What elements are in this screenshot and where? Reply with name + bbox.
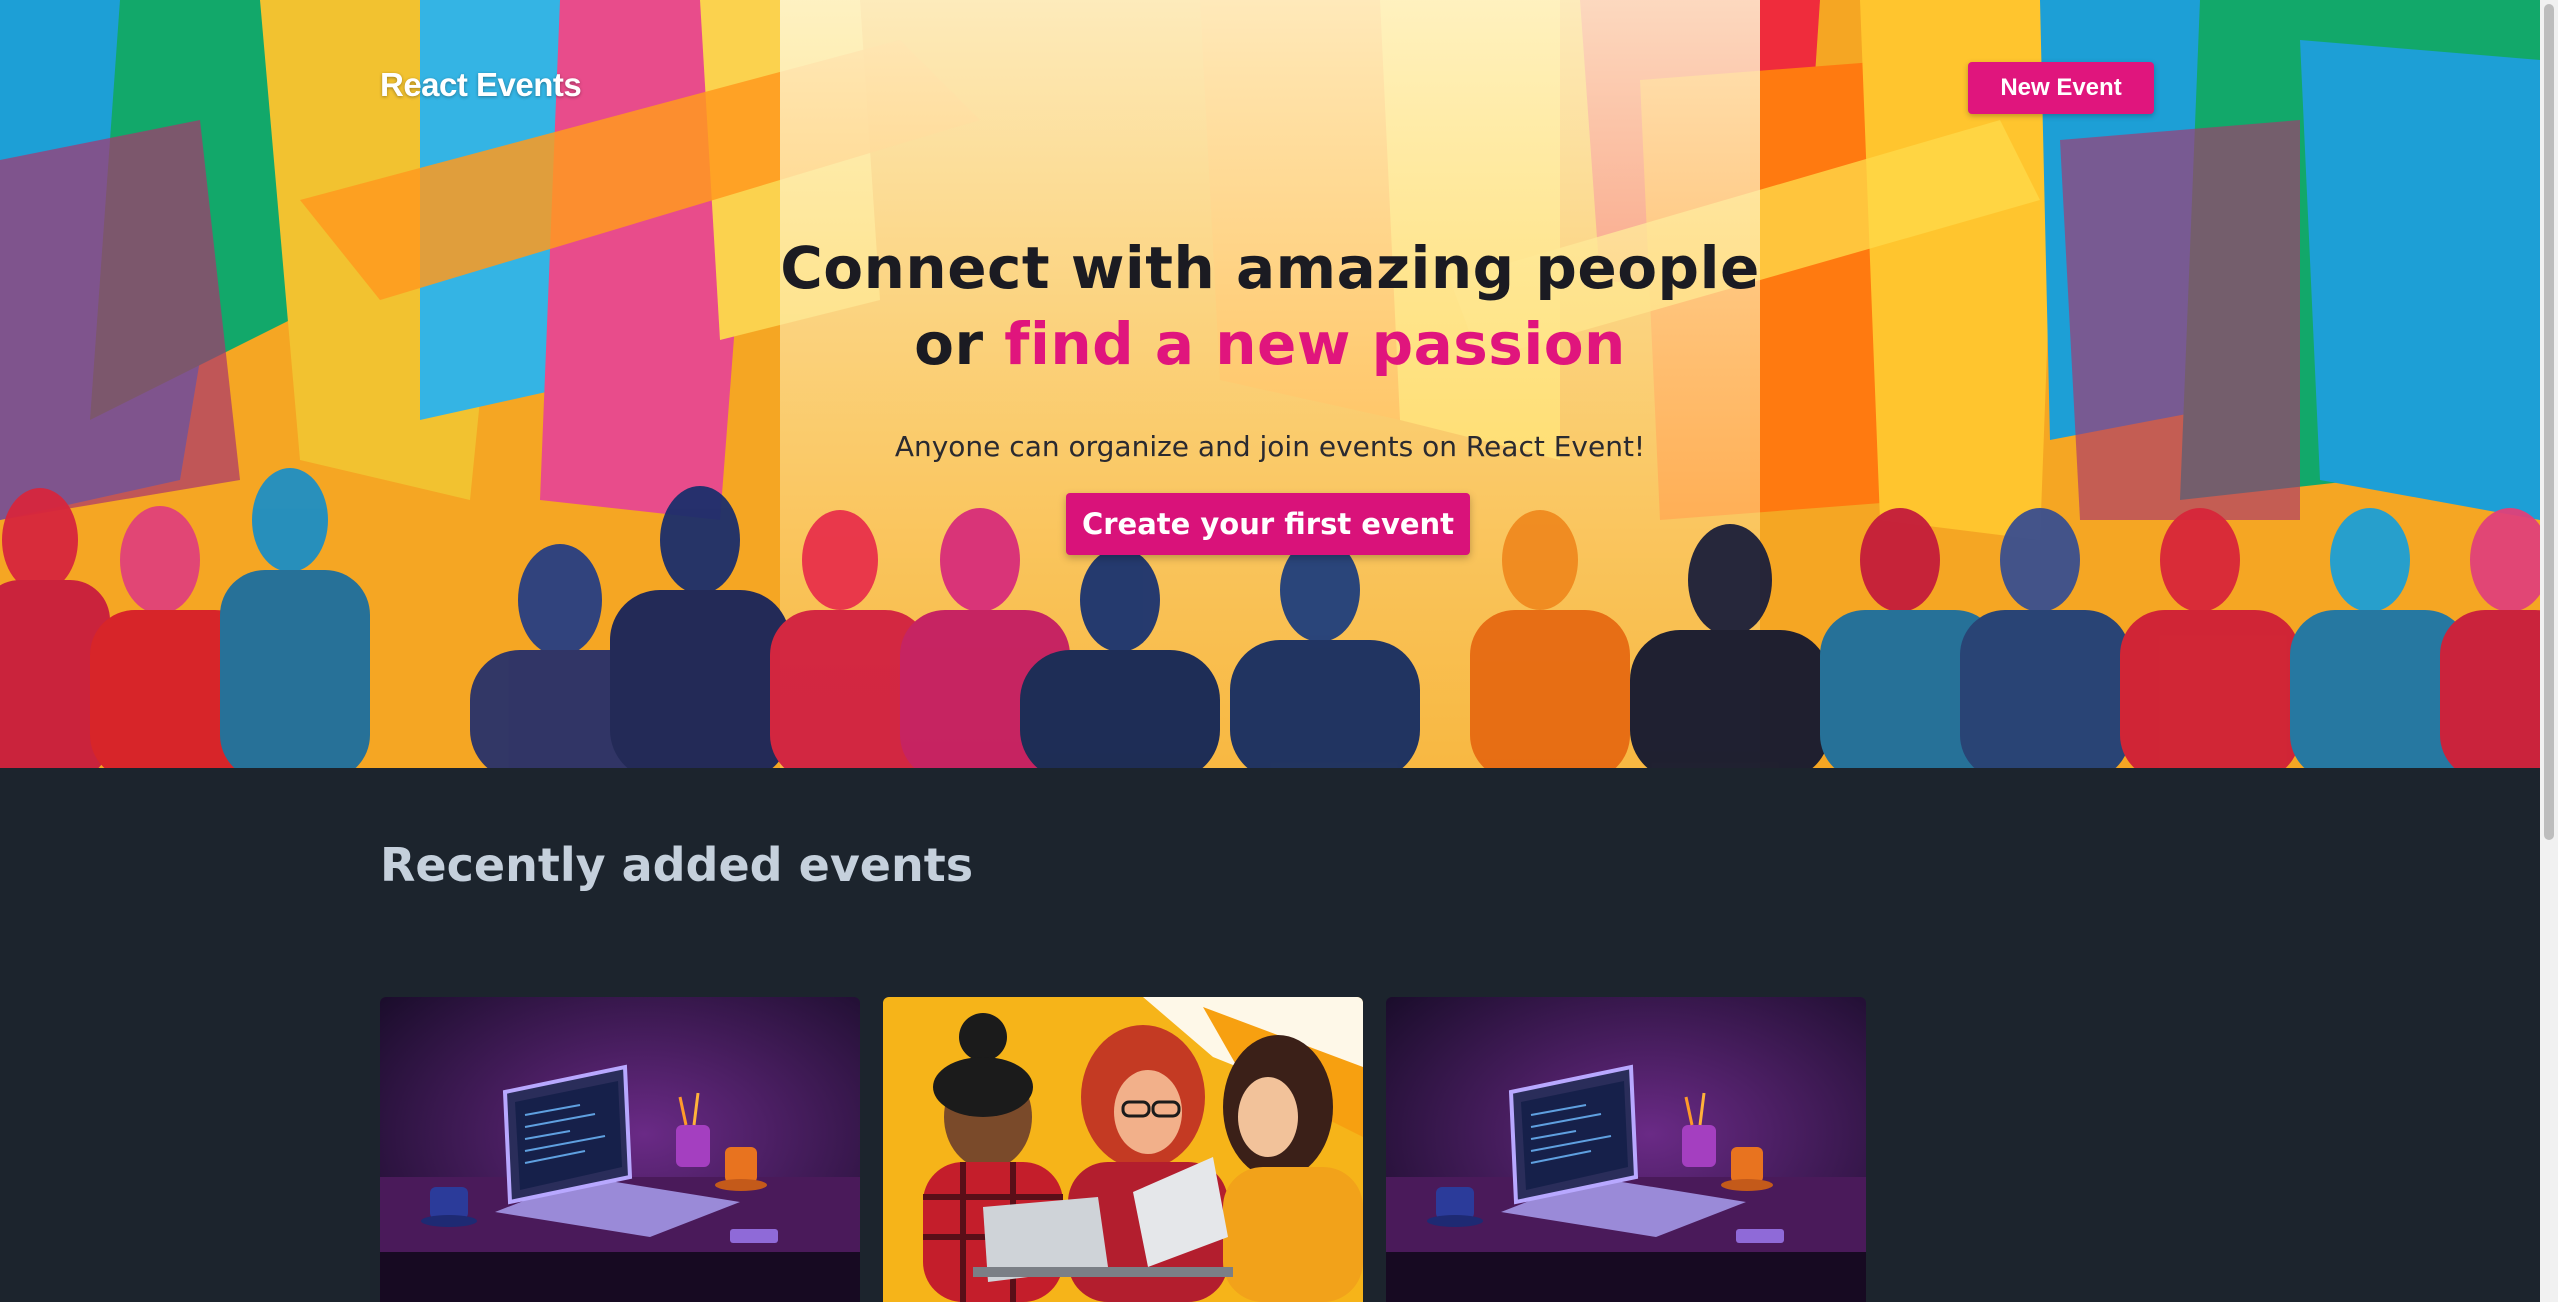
create-first-event-button[interactable]: Create your first event — [1066, 493, 1470, 555]
page-scrollbar[interactable] — [2540, 0, 2558, 1302]
new-event-button[interactable]: New Event — [1968, 62, 2154, 114]
hero-headline-prefix: or — [914, 310, 984, 378]
three-women-laptop-image — [883, 997, 1363, 1302]
laptop-desk-image — [1386, 997, 1866, 1302]
scrollbar-thumb[interactable] — [2544, 4, 2554, 840]
event-card[interactable] — [1386, 997, 1866, 1302]
event-card[interactable] — [883, 997, 1363, 1302]
recent-events-title: Recently added events — [380, 838, 974, 892]
hero-crowd-illustration — [0, 0, 2540, 768]
hero-headline-line1: Connect with amazing people — [780, 234, 1760, 302]
hero-headline-accent: find a new passion — [1004, 310, 1626, 378]
brand-logo-text[interactable]: React Events — [380, 66, 582, 104]
hero-headline-line2: or find a new passion — [0, 306, 2540, 382]
hero-banner: React Events New Event Connect with amaz… — [0, 0, 2540, 768]
hero-subtitle: Anyone can organize and join events on R… — [894, 430, 1646, 463]
event-card[interactable] — [380, 997, 860, 1302]
hero-headline: Connect with amazing people or find a ne… — [0, 230, 2540, 382]
laptop-desk-image — [380, 997, 860, 1302]
